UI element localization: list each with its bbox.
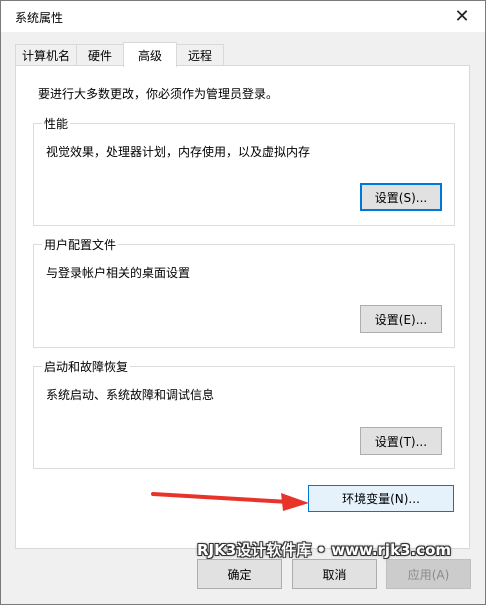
user-profiles-description: 与登录帐户相关的桌面设置: [46, 266, 191, 280]
performance-group: 性能 视觉效果，处理器计划，内存使用，以及虚拟内存 设置(S)...: [33, 115, 455, 226]
performance-description: 视觉效果，处理器计划，内存使用，以及虚拟内存: [46, 145, 311, 159]
user-profiles-group: 用户配置文件 与登录帐户相关的桌面设置 设置(E)...: [33, 236, 455, 348]
red-arrow-icon: [151, 492, 309, 511]
window-title: 系统属性: [15, 11, 64, 25]
close-icon[interactable]: ✕: [439, 1, 485, 32]
title-bar: 系统属性 ✕: [1, 1, 485, 32]
startup-recovery-settings-button[interactable]: 设置(T)...: [360, 427, 442, 455]
user-profiles-settings-button[interactable]: 设置(E)...: [360, 305, 442, 333]
tab-strip: 计算机名 硬件 高级 远程: [15, 42, 475, 67]
startup-recovery-description: 系统启动、系统故障和调试信息: [46, 388, 215, 402]
performance-settings-button[interactable]: 设置(S)...: [360, 183, 442, 211]
tab-advanced[interactable]: 高级: [123, 42, 177, 67]
tab-remote[interactable]: 远程: [176, 44, 224, 65]
system-properties-window: 系统属性 ✕ 计算机名 硬件 高级 远程 要进行大多数更改，你必须作为管理员登录…: [0, 0, 486, 605]
user-profiles-group-title: 用户配置文件: [42, 236, 119, 253]
performance-group-title: 性能: [42, 115, 71, 132]
startup-recovery-group: 启动和故障恢复 系统启动、系统故障和调试信息 设置(T)...: [33, 358, 455, 469]
ok-button[interactable]: 确定: [197, 559, 282, 589]
watermark-text: RJK3设计软件库 • www.rjk3.com: [197, 541, 452, 559]
tab-hardware[interactable]: 硬件: [76, 44, 124, 65]
tab-computer-name[interactable]: 计算机名: [15, 44, 77, 65]
environment-variables-button[interactable]: 环境变量(N)...: [308, 485, 454, 512]
apply-button[interactable]: 应用(A): [386, 559, 471, 589]
startup-recovery-group-title: 启动和故障恢复: [42, 358, 131, 375]
advanced-tab-panel: 要进行大多数更改，你必须作为管理员登录。 性能 视觉效果，处理器计划，内存使用，…: [15, 65, 470, 549]
cancel-button[interactable]: 取消: [292, 559, 377, 589]
admin-notice: 要进行大多数更改，你必须作为管理员登录。: [38, 87, 279, 101]
